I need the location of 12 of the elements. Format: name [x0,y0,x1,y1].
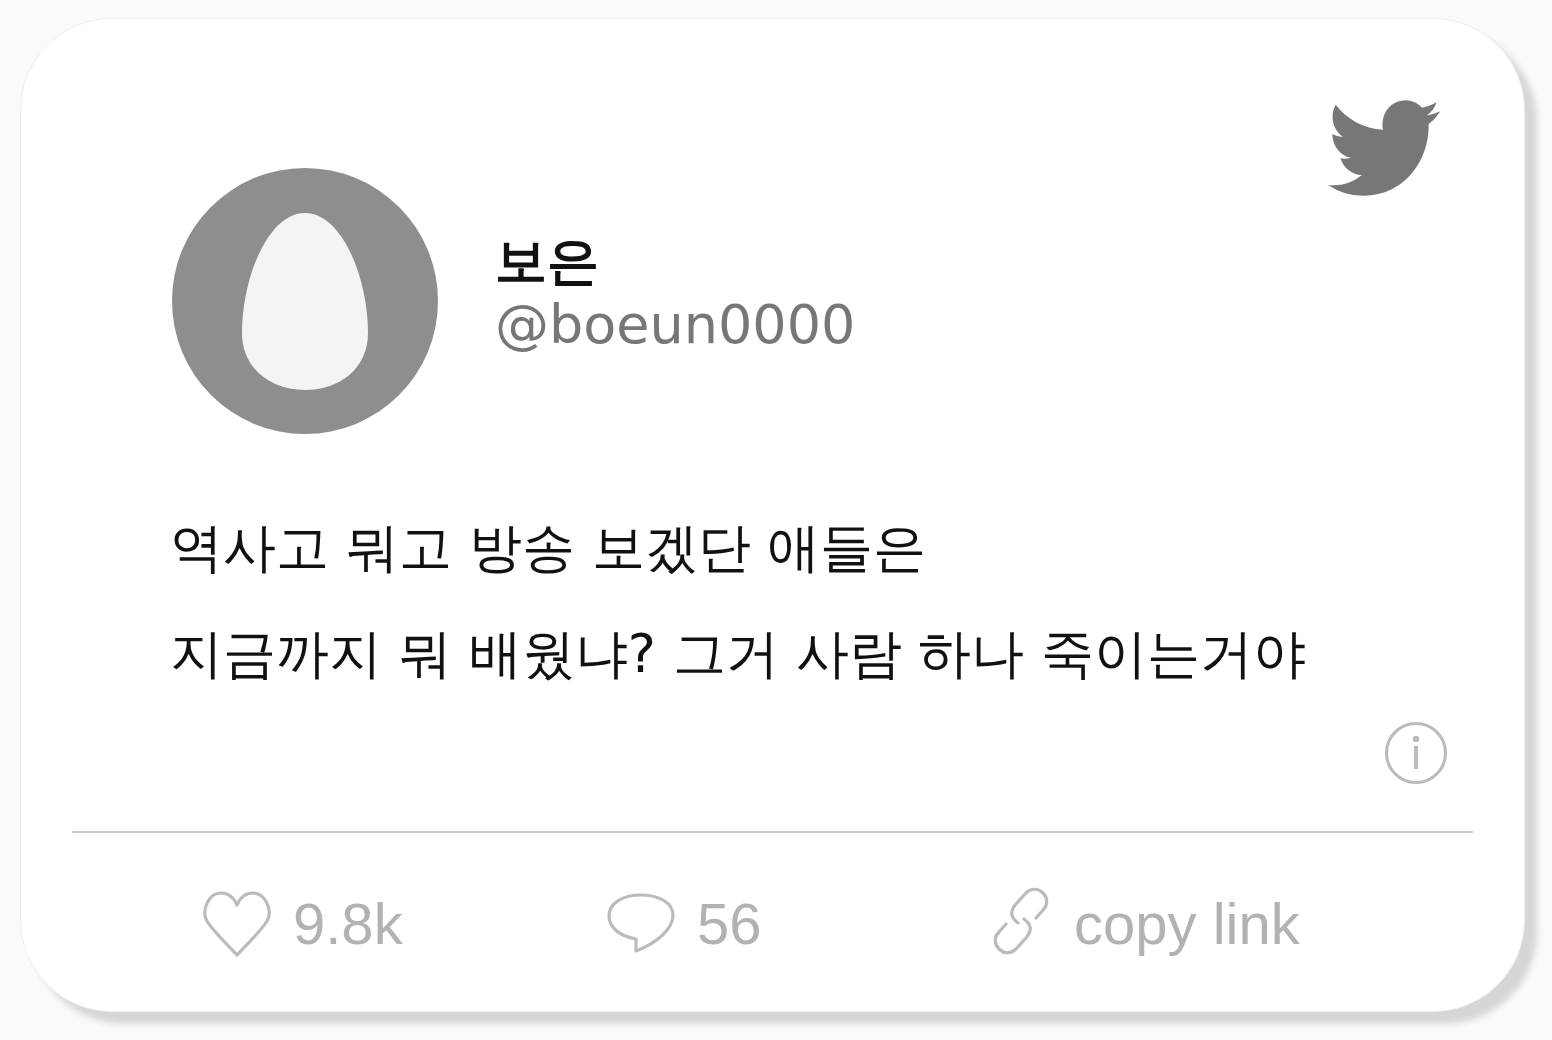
avatar-icon [172,168,438,434]
tweet-text-line: 역사고 뭐고 방송 보겠단 애들은 [170,516,928,580]
info-icon[interactable] [1385,722,1447,784]
like-button[interactable]: 9.8k [203,889,607,957]
bird-icon [1328,100,1440,196]
heart-icon [203,889,271,957]
tweet-text-line: 지금까지 뭐 배웠냐? 그거 사람 하나 죽이는거야 [170,622,1308,686]
author-name: 보은 [495,230,599,292]
author-handle: @boeun0000 [495,292,856,358]
copy-link-button[interactable]: copy link [988,887,1300,959]
speech-bubble-icon [607,893,675,953]
reply-button[interactable]: 56 [607,889,988,957]
